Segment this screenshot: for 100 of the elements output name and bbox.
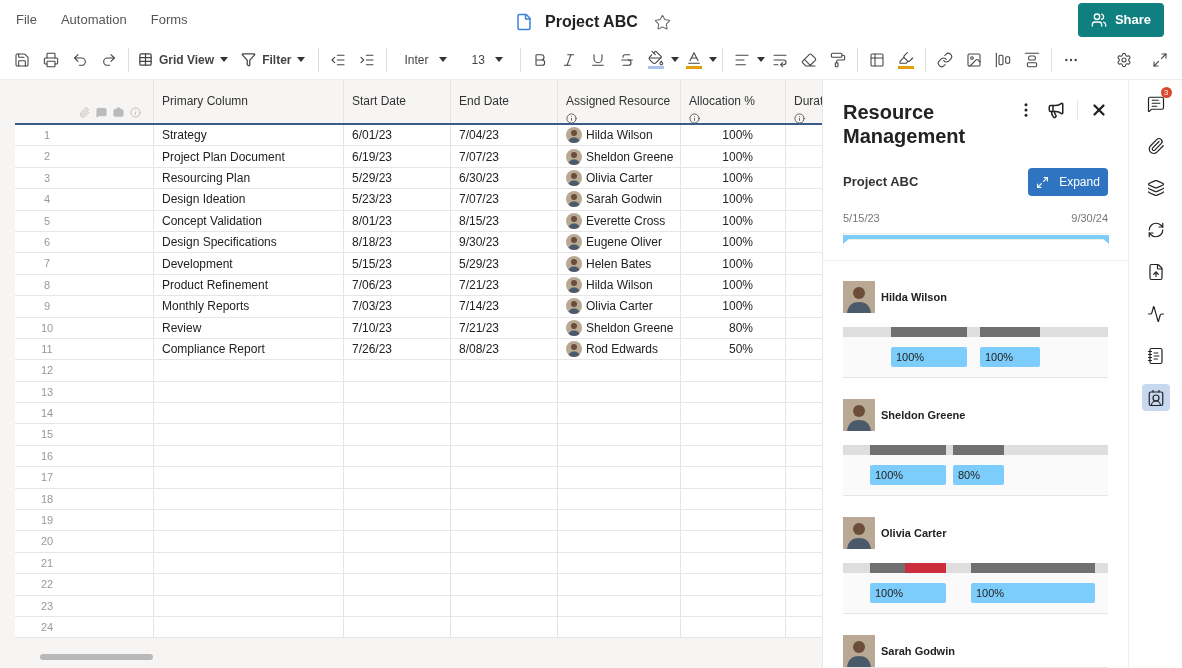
person-name: Hilda Wilson [881,289,947,305]
menu-item[interactable]: Forms [150,10,188,30]
avatar [566,276,582,293]
avatar [566,298,582,315]
size-dropdown[interactable]: 13 [459,50,515,69]
close-icon[interactable] [1090,101,1108,119]
table-cell: 7/10/23 [343,317,450,338]
contact-icon[interactable] [1141,384,1170,411]
caret-icon [220,56,229,63]
table-cell: 5/29/23 [343,167,450,189]
table-cell: 50% [680,338,785,360]
info-icon [130,107,141,118]
column-header[interactable]: Start Date [343,80,450,123]
table-cell: 100% [680,167,785,189]
table-cell: Product Refinement [153,274,343,296]
table-cell: Strategy [153,125,343,146]
sheet-title: Project ABC [545,12,638,32]
table-cell: 100% [680,231,785,253]
table-cell: Development [153,253,343,274]
avatar [566,341,582,358]
share-button[interactable]: Share [1078,3,1164,37]
table-cell: Everette Cross [557,210,680,231]
row-number: 8 [42,277,52,293]
table-cell: Design Specifications [153,231,343,253]
avatar [566,319,582,336]
menu-item[interactable]: File [16,10,37,30]
table-cell: Rod Edwards [557,338,680,360]
table-cell: 6/19/23 [343,146,450,167]
row-number: 1 [42,128,52,143]
attachment-icon [79,107,90,118]
table-cell: Concept Validation [153,210,343,231]
table-cell: Design Ideation [153,189,343,210]
row-number: 3 [42,170,52,186]
table-cell: 7/06/23 [343,274,450,296]
table-cell: 8/08/23 [450,338,557,360]
person-name: Olivia Carter [881,525,947,541]
notification-badge: 3 [1160,87,1172,98]
table-cell: 7/03/23 [343,296,450,317]
allocation-label: 100% [870,583,946,603]
avatar [843,635,875,667]
allocation-label: 100% [971,583,1095,603]
briefcase-icon [113,107,124,118]
table-cell: 5/29/23 [450,253,557,274]
filter-dropdown[interactable]: Filter [233,50,314,69]
row-number: 13 [39,384,55,400]
column-header[interactable]: Assigned Resource [557,80,680,123]
row-number: 9 [42,299,52,315]
info-icon [794,113,805,123]
table-cell: Project Plan Document [153,146,343,167]
megaphone-icon[interactable] [1047,101,1065,119]
table-cell: 100% [680,189,785,210]
scrollbar[interactable] [40,654,153,660]
table-cell: 100% [680,125,785,146]
avatar [566,234,582,251]
row-number: 12 [39,363,55,379]
table-cell: Sarah Godwin [557,189,680,210]
table-cell: 100% [680,296,785,317]
project-name: Project ABC [843,173,919,192]
row-number: 21 [39,555,55,571]
row-number: 4 [42,192,52,208]
column-header[interactable]: Allocation % [680,80,785,123]
caret-icon [756,56,765,63]
end-date: 9/30/24 [1071,211,1108,226]
column-header[interactable]: End Date [450,80,557,123]
filter-icon [241,52,257,67]
row-number: 7 [42,256,52,272]
row-number: 22 [39,577,55,593]
menu-item[interactable]: Automation [60,10,127,30]
allocation-label: 80% [953,465,1004,485]
avatar [566,148,582,165]
table-cell: 7/21/23 [450,317,557,338]
people-icon [1090,12,1107,28]
avatar [566,191,582,208]
column-header[interactable]: Primary Column [153,80,343,123]
panel-title: Resource Management [843,100,967,148]
expand-button[interactable]: Expand [1028,168,1108,196]
caret-icon [494,56,503,63]
person-name: Sarah Godwin [881,643,955,659]
table-cell: 7/26/23 [343,338,450,360]
table-cell: 8/18/23 [343,231,450,253]
caret-icon [438,56,447,63]
avatar [566,127,582,144]
table-cell: Resourcing Plan [153,167,343,189]
info-icon [689,113,700,123]
table-cell: 8/15/23 [450,210,557,231]
row-number: 20 [39,534,55,550]
row-number: 24 [39,620,55,635]
table-cell: 6/01/23 [343,125,450,146]
table-cell: 100% [680,146,785,167]
allocation-label: 100% [891,347,967,367]
table-cell: 100% [680,253,785,274]
star-icon[interactable] [653,13,671,31]
table-cell: Eugene Oliver [557,231,680,253]
view-dropdown[interactable]: Grid View [134,50,233,69]
row-number: 10 [39,320,55,336]
font-dropdown[interactable]: Inter [392,50,459,69]
table-cell: 9/30/23 [450,231,557,253]
row-number: 15 [39,427,55,443]
comment-icon [96,107,107,118]
avatar [843,281,875,313]
